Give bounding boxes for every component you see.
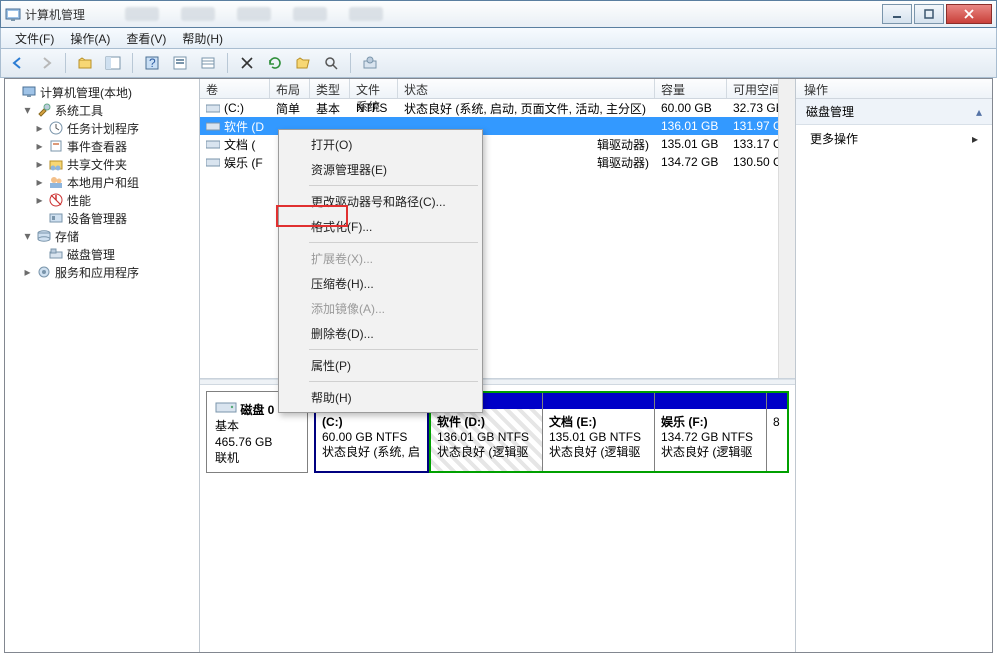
back-button[interactable]	[7, 52, 29, 74]
drive-icon	[206, 102, 220, 114]
tree-local-users[interactable]: ▸ 本地用户和组	[7, 173, 197, 191]
tree-disk-mgmt[interactable]: 磁盘管理	[7, 245, 197, 263]
device-icon	[48, 210, 64, 226]
col-layout[interactable]: 布局	[270, 79, 310, 98]
tree-performance[interactable]: ▸ 性能	[7, 191, 197, 209]
help-icon[interactable]: ?	[141, 52, 163, 74]
disk-mgmt-icon	[48, 246, 64, 262]
col-capacity[interactable]: 容量	[655, 79, 727, 98]
actions-section[interactable]: 磁盘管理 ▴	[796, 99, 992, 125]
show-hide-tree-icon[interactable]	[102, 52, 124, 74]
col-volume[interactable]: 卷	[200, 79, 270, 98]
col-type[interactable]: 类型	[310, 79, 350, 98]
actions-header: 操作	[796, 79, 992, 99]
volume-list-header: 卷 布局 类型 文件系统 状态 容量 可用空间	[200, 79, 795, 99]
minimize-button[interactable]	[882, 4, 912, 24]
col-status[interactable]: 状态	[398, 79, 655, 98]
tree-storage[interactable]: ▾ 存储	[7, 227, 197, 245]
menu-help[interactable]: 帮助(H)	[174, 28, 231, 49]
main-area: 计算机管理(本地) ▾ 系统工具 ▸ 任务计划程序 ▸ 事件查看器 ▸	[4, 78, 993, 653]
maximize-button[interactable]	[914, 4, 944, 24]
menu-action[interactable]: 操作(A)	[62, 28, 118, 49]
computer-icon	[21, 84, 37, 100]
ctx-format[interactable]: 格式化(F)...	[281, 214, 480, 239]
tree-root[interactable]: 计算机管理(本地)	[7, 83, 197, 101]
search-icon[interactable]	[320, 52, 342, 74]
context-menu: 打开(O) 资源管理器(E) 更改驱动器号和路径(C)... 格式化(F)...…	[278, 129, 483, 413]
drive-icon	[206, 156, 220, 168]
svg-text:?: ?	[149, 56, 156, 70]
delete-icon[interactable]	[236, 52, 258, 74]
tree-system-tools[interactable]: ▾ 系统工具	[7, 101, 197, 119]
tree-services[interactable]: ▸ 服务和应用程序	[7, 263, 197, 281]
partition-f[interactable]: 娱乐 (F:) 134.72 GB NTFS 状态良好 (逻辑驱	[655, 393, 767, 471]
tree-pane: 计算机管理(本地) ▾ 系统工具 ▸ 任务计划程序 ▸ 事件查看器 ▸	[5, 79, 200, 652]
ctx-delete[interactable]: 删除卷(D)...	[281, 321, 480, 346]
col-fs[interactable]: 文件系统	[350, 79, 398, 98]
ctx-extend: 扩展卷(X)...	[281, 246, 480, 271]
tree-root-label: 计算机管理(本地)	[40, 84, 132, 101]
event-icon	[48, 138, 64, 154]
actions-pane: 操作 磁盘管理 ▴ 更多操作 ▸	[796, 79, 992, 652]
collapse-icon[interactable]: ▾	[22, 105, 33, 116]
tree-shared-folders[interactable]: ▸ 共享文件夹	[7, 155, 197, 173]
drive-icon	[206, 120, 220, 132]
up-folder-icon[interactable]	[74, 52, 96, 74]
ctx-properties[interactable]: 属性(P)	[281, 353, 480, 378]
menu-view[interactable]: 查看(V)	[118, 28, 174, 49]
close-button[interactable]	[946, 4, 992, 24]
ctx-help[interactable]: 帮助(H)	[281, 385, 480, 410]
shared-folder-icon	[48, 156, 64, 172]
users-icon	[48, 174, 64, 190]
refresh-icon[interactable]	[264, 52, 286, 74]
ctx-shrink[interactable]: 压缩卷(H)...	[281, 271, 480, 296]
partition-e[interactable]: 文档 (E:) 135.01 GB NTFS 状态良好 (逻辑驱	[543, 393, 655, 471]
title-blur	[85, 7, 882, 21]
performance-icon	[48, 192, 64, 208]
toolbar: ?	[0, 49, 997, 78]
properties-icon[interactable]	[169, 52, 191, 74]
volume-row[interactable]: (C:) 简单 基本 NTFS 状态良好 (系统, 启动, 页面文件, 活动, …	[200, 99, 795, 117]
folder-open-icon[interactable]	[292, 52, 314, 74]
ctx-explorer[interactable]: 资源管理器(E)	[281, 157, 480, 182]
ctx-open[interactable]: 打开(O)	[281, 132, 480, 157]
disk-icon	[215, 403, 237, 417]
title-bar: 计算机管理	[0, 0, 997, 28]
tree-task-scheduler[interactable]: ▸ 任务计划程序	[7, 119, 197, 137]
disk-map: 磁盘 0 基本 465.76 GB 联机 (C:) 60.00 GB NTFS …	[200, 385, 795, 652]
disk-settings-icon[interactable]	[359, 52, 381, 74]
tree-event-viewer[interactable]: ▸ 事件查看器	[7, 137, 197, 155]
ctx-change-letter[interactable]: 更改驱动器号和路径(C)...	[281, 189, 480, 214]
app-icon	[5, 6, 21, 22]
services-icon	[36, 264, 52, 280]
window-title: 计算机管理	[25, 6, 85, 23]
menu-bar: 文件(F) 操作(A) 查看(V) 帮助(H)	[0, 28, 997, 49]
tree-device-manager[interactable]: 设备管理器	[7, 209, 197, 227]
clock-icon	[48, 120, 64, 136]
partition-tail[interactable]: 8	[767, 393, 787, 471]
drive-icon	[206, 138, 220, 150]
storage-icon	[36, 228, 52, 244]
scrollbar[interactable]	[778, 79, 795, 378]
forward-button[interactable]	[35, 52, 57, 74]
tools-icon	[36, 102, 52, 118]
menu-file[interactable]: 文件(F)	[7, 28, 62, 49]
list-icon[interactable]	[197, 52, 219, 74]
actions-more[interactable]: 更多操作 ▸	[796, 125, 992, 152]
ctx-mirror: 添加镜像(A)...	[281, 296, 480, 321]
chevron-right-icon: ▸	[972, 132, 978, 146]
chevron-up-icon: ▴	[976, 105, 982, 119]
